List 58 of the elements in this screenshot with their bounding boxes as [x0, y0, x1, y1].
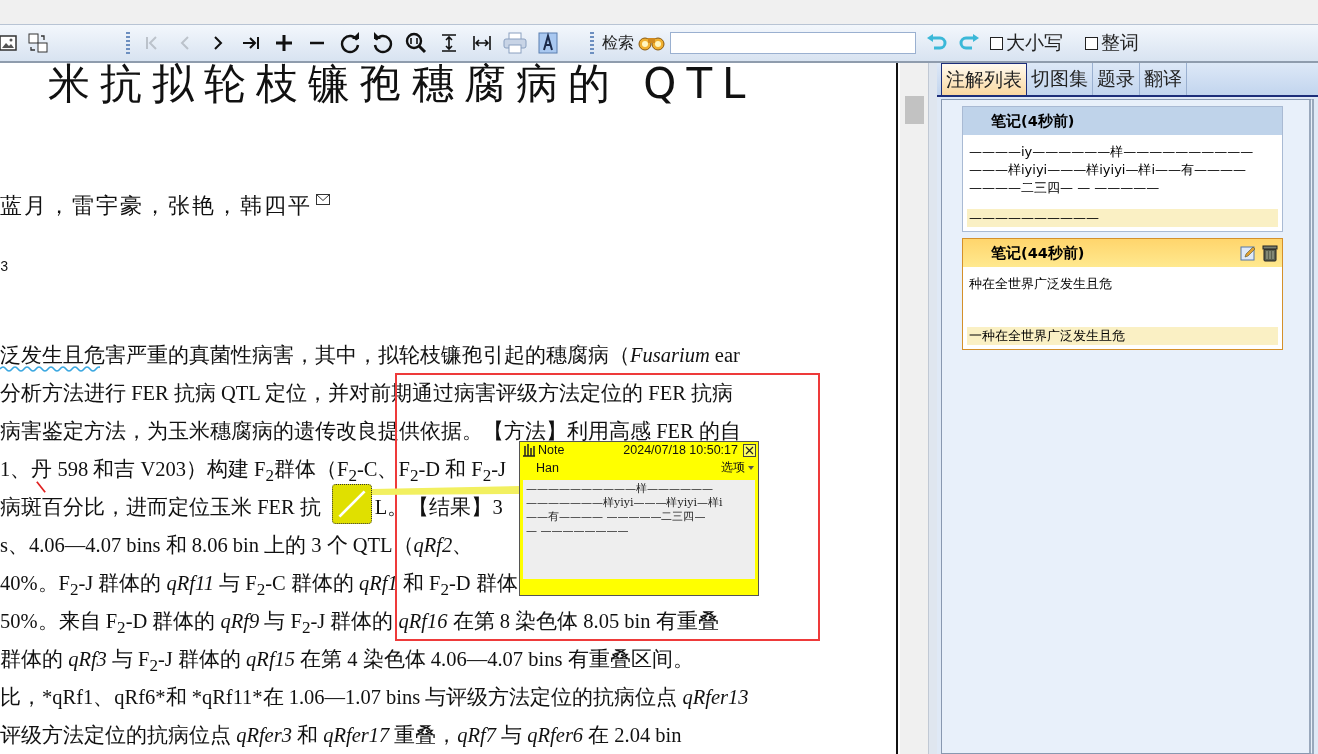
trash-icon[interactable] [1262, 244, 1278, 262]
affiliation-text: 3 [0, 259, 10, 276]
note-body: ————iy——————样—————————— ———样iyiyi———样iyiyi—样i——有———— ————二三四— — ————— [968, 143, 1255, 197]
panel-tab[interactable]: 切图集 [1027, 63, 1093, 95]
last-page-icon [241, 34, 261, 52]
body-text: s、4.06—4.07 bins 和 8.06 bin 上的 3 个 QTL（qRf2、 [0, 534, 474, 556]
note-title: Note [538, 443, 566, 457]
printer-icon [503, 32, 527, 54]
fit-height-icon [440, 33, 458, 53]
bar-chart-icon [522, 443, 536, 457]
boxes-arrows-icon [28, 33, 48, 53]
edit-icon[interactable] [1240, 245, 1256, 261]
plus-icon [274, 33, 294, 53]
note-author: Han [536, 460, 559, 475]
minus-icon [309, 41, 325, 45]
envelope-icon [316, 194, 330, 205]
scrollbar[interactable] [900, 63, 928, 754]
toolbar-grip[interactable] [126, 32, 130, 54]
scrollbar-thumb[interactable] [905, 96, 924, 124]
option-checkbox[interactable]: 整词 [1085, 30, 1139, 56]
body-text: 比，*qRf1、qRf6*和 *qRf11*在 1.06—1.07 bins 与评级方法定位的抗病位点 qRfer13 [0, 686, 749, 708]
body-text: L。【结果】3 [374, 496, 503, 518]
body-text: 群体的 qRf3 与 F$_{2}$-J 群体的 qRf15 在第 4 染色体 4.06—4.07 bins 有重叠区间。 [0, 648, 694, 670]
quoted-text: 一种在全世界广泛发生且危 [967, 327, 1278, 345]
note-card[interactable]: 笔记(4秒前) ————iy——————样—————————— ———样iyiyi———样iyiyi—样i——有———— ————二三四— — ————— —————————— [962, 106, 1283, 232]
picture-icon [0, 34, 17, 52]
body-text: 泛发生且危害严重的真菌性病害，其中，拟轮枝镰孢引起的穗腐病（Fusarium ear [0, 344, 740, 366]
panel-tab[interactable]: 题录 [1093, 63, 1140, 95]
caret-icon[interactable] [748, 465, 754, 470]
options-menu[interactable]: 选项 [721, 459, 745, 476]
fit-width-icon [472, 34, 492, 52]
panel-tab[interactable]: 翻译 [1140, 63, 1187, 95]
rotate-counterclockwise-icon [372, 32, 394, 54]
note-body: 种在全世界广泛发生且危 [968, 275, 1113, 293]
body-text: 病斑百分比，进而定位玉米 FER 抗 [0, 496, 321, 518]
ink-stroke [36, 481, 46, 493]
body-text: 评级方法定位的抗病位点 qRfer3 和 qRfer17 重叠，qRf7 与 qRfer6 在 2.04 bin [0, 724, 682, 746]
note-heading: 笔记(44秒前) [991, 243, 1086, 263]
note-heading: 笔记(4秒前) [991, 111, 1076, 131]
search-field[interactable] [670, 32, 916, 54]
option-checkbox[interactable]: 大小写 [990, 30, 1063, 56]
binoculars-icon [638, 34, 666, 52]
text-tool-icon [538, 32, 558, 54]
toolbar-grip[interactable] [590, 32, 594, 54]
note-marker[interactable] [332, 484, 372, 524]
note-card[interactable]: 笔记(44秒前) 种在全世界广泛发生且危 一种在全世界广泛发生且危 [962, 238, 1283, 350]
note-timestamp: 2024/07/18 10:50:17 [623, 443, 738, 457]
quoted-text: —————————— [967, 209, 1278, 227]
magnifier-icon [405, 32, 427, 54]
search-label: 检索 [602, 32, 634, 54]
close-icon[interactable] [743, 443, 756, 457]
note-text-area[interactable]: ——————————样—————— ———————样yiyi———样yiyi—样i ——有———— —————二三四— — ———————— [523, 480, 755, 579]
body-text: 40%。F$_{2}$-J 群体的 qRf11 与 F$_{2}$-C 群体的 qRf1 和 F$_{2}$-D 群体 [0, 572, 518, 594]
rotate-clockwise-icon [339, 32, 361, 54]
panel-tab[interactable]: 注解列表 [941, 63, 1027, 95]
body-text: 1、丹 598 和吉 V203）构建 F$_{2}$群体（F$_{2}$-C、F$_{2}$-D 和 F$_{2}$-J [0, 458, 507, 480]
author-list: 蓝月，雷宇豪，张艳，韩四平 [0, 192, 312, 220]
body-text: 50%。来自 F$_{2}$-D 群体的 qRf9 与 F$_{2}$-J 群体的 qRf16 在第 8 染色体 8.05 bin 有重叠 [0, 610, 719, 632]
